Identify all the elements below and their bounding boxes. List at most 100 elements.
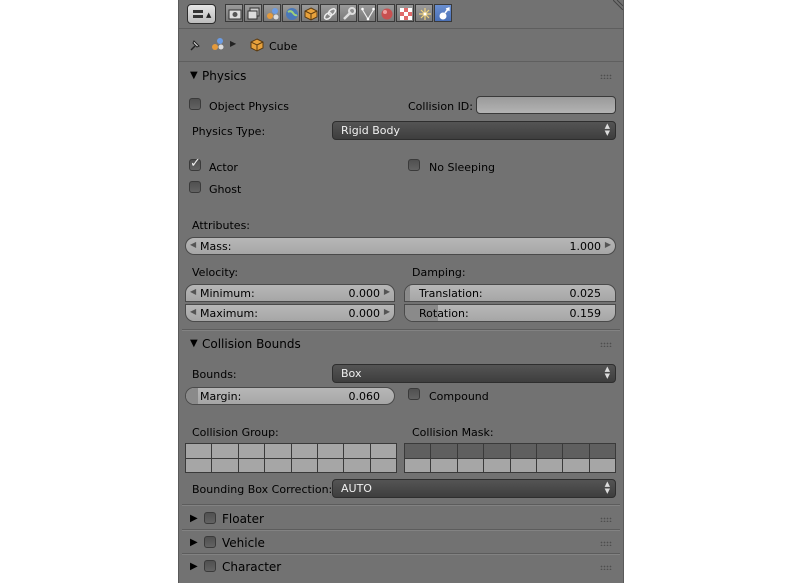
collapsed-triangle-icon: ▶ [190,513,198,524]
collision-mask-cell[interactable] [405,458,431,472]
tab-data[interactable] [358,4,376,22]
collision-mask-cell[interactable] [536,444,563,458]
decrement-arrow-icon[interactable]: ◀ [190,240,196,249]
velocity-minimum-field[interactable]: ◀ Minimum: 0.000 ▶ [185,284,395,302]
collision-id-label: Collision ID: [408,100,473,113]
tab-texture[interactable] [396,4,414,22]
vehicle-panel-title: Vehicle [222,536,265,550]
drag-grip-icon[interactable] [600,517,612,522]
character-panel-header[interactable]: ▶ Character [182,556,620,578]
editor-type-button[interactable]: ▲ [187,4,216,24]
physics-type-dropdown[interactable]: Rigid Body ▲ ▼ [332,121,616,140]
floater-panel-header[interactable]: ▶ Floater [182,508,620,530]
collision-bounds-panel-header[interactable]: ▼ Collision Bounds [182,333,620,355]
tab-object[interactable] [301,4,319,22]
vehicle-checkbox[interactable] [204,536,216,548]
increment-arrow-icon[interactable]: ▶ [384,307,390,316]
collision-group-cell[interactable] [238,444,265,458]
collision-group-cell[interactable] [370,458,396,472]
expand-triangle-icon: ▼ [190,338,198,349]
tab-constraints[interactable] [320,4,338,22]
tab-modifiers[interactable] [339,4,357,22]
tab-particles[interactable] [415,4,433,22]
character-checkbox[interactable] [204,560,216,572]
collision-mask-cell[interactable] [457,444,484,458]
collision-mask-cell[interactable] [536,458,563,472]
collision-group-cell[interactable] [212,458,238,472]
collision-group-cell[interactable] [344,444,370,458]
floater-checkbox[interactable] [204,512,216,524]
increment-arrow-icon[interactable]: ▶ [605,240,611,249]
compound-checkbox[interactable] [408,388,420,400]
collision-mask-cell[interactable] [431,458,457,472]
collision-mask-cell[interactable] [510,444,536,458]
collision-group-cell[interactable] [238,458,265,472]
drag-grip-icon[interactable] [600,74,612,79]
collision-id-field[interactable] [476,96,616,114]
cube-icon [250,38,264,52]
drag-grip-icon[interactable] [600,541,612,546]
bbox-correction-dropdown[interactable]: AUTO ▲ ▼ [332,479,616,498]
tab-render-layers[interactable] [244,4,262,22]
collision-mask-cell[interactable] [563,444,589,458]
object-physics-checkbox[interactable] [189,98,201,110]
editor-type-icon: ▲ [193,10,212,19]
physics-panel-header[interactable]: ▼ Physics [182,65,620,87]
collision-mask-cell[interactable] [484,444,510,458]
collision-group-cell[interactable] [344,458,370,472]
collision-group-cell[interactable] [186,458,212,472]
collision-mask-cell[interactable] [589,444,615,458]
mass-field[interactable]: ◀ Mass: 1.000 ▶ [185,237,616,255]
collision-group-cell[interactable] [265,444,291,458]
collision-group-cell[interactable] [317,444,344,458]
collision-group-cell[interactable] [212,444,238,458]
attributes-label: Attributes: [192,219,251,232]
damping-translation-slider[interactable]: Translation: 0.025 [404,284,616,302]
dropdown-arrows-icon: ▲ ▼ [604,480,610,495]
svg-text:▲: ▲ [206,11,212,19]
bounds-dropdown[interactable]: Box ▲ ▼ [332,364,616,383]
tab-render[interactable] [225,4,243,22]
decrement-arrow-icon[interactable]: ◀ [190,307,196,316]
texture-icon [400,8,412,20]
collision-group-cell[interactable] [317,458,344,472]
collision-mask-cell[interactable] [589,458,615,472]
character-panel-title: Character [222,560,282,574]
collision-group-cell[interactable] [291,458,317,472]
margin-slider[interactable]: Margin: 0.060 [185,387,395,405]
object-physics-label: Object Physics [209,100,290,113]
drag-grip-icon[interactable] [600,342,612,347]
collision-mask-cell[interactable] [431,444,457,458]
tab-scene[interactable] [263,4,281,22]
collision-mask-cell[interactable] [484,458,510,472]
collision-group-cell[interactable] [186,444,212,458]
ghost-checkbox[interactable] [189,181,201,193]
collision-mask-grid[interactable] [404,443,616,473]
collision-mask-cell[interactable] [405,444,431,458]
collision-group-cell[interactable] [370,444,396,458]
tab-world[interactable] [282,4,300,22]
tab-material[interactable] [377,4,395,22]
collision-group-cell[interactable] [265,458,291,472]
decrement-arrow-icon[interactable]: ◀ [190,287,196,296]
collision-mask-cell[interactable] [457,458,484,472]
area-corner-icon[interactable] [613,0,623,10]
tab-physics[interactable] [434,4,452,22]
increment-arrow-icon[interactable]: ▶ [384,287,390,296]
collision-group-grid[interactable] [185,443,397,473]
compound-label: Compound [429,390,489,403]
vehicle-panel-header[interactable]: ▶ Vehicle [182,532,620,554]
no-sleeping-label: No Sleeping [429,161,496,174]
actor-checkbox[interactable]: ✓ [189,156,201,171]
velocity-maximum-field[interactable]: ◀ Maximum: 0.000 ▶ [185,304,395,322]
constraints-icon [323,8,337,20]
scene-icon [267,8,279,20]
collision-group-cell[interactable] [291,444,317,458]
collision-mask-cell[interactable] [510,458,536,472]
physics-icon [439,7,450,20]
no-sleeping-checkbox[interactable] [408,159,420,171]
damping-rotation-slider[interactable]: Rotation: 0.159 [404,304,616,322]
drag-grip-icon[interactable] [600,565,612,570]
pin-icon[interactable] [188,38,202,52]
collision-mask-cell[interactable] [563,458,589,472]
